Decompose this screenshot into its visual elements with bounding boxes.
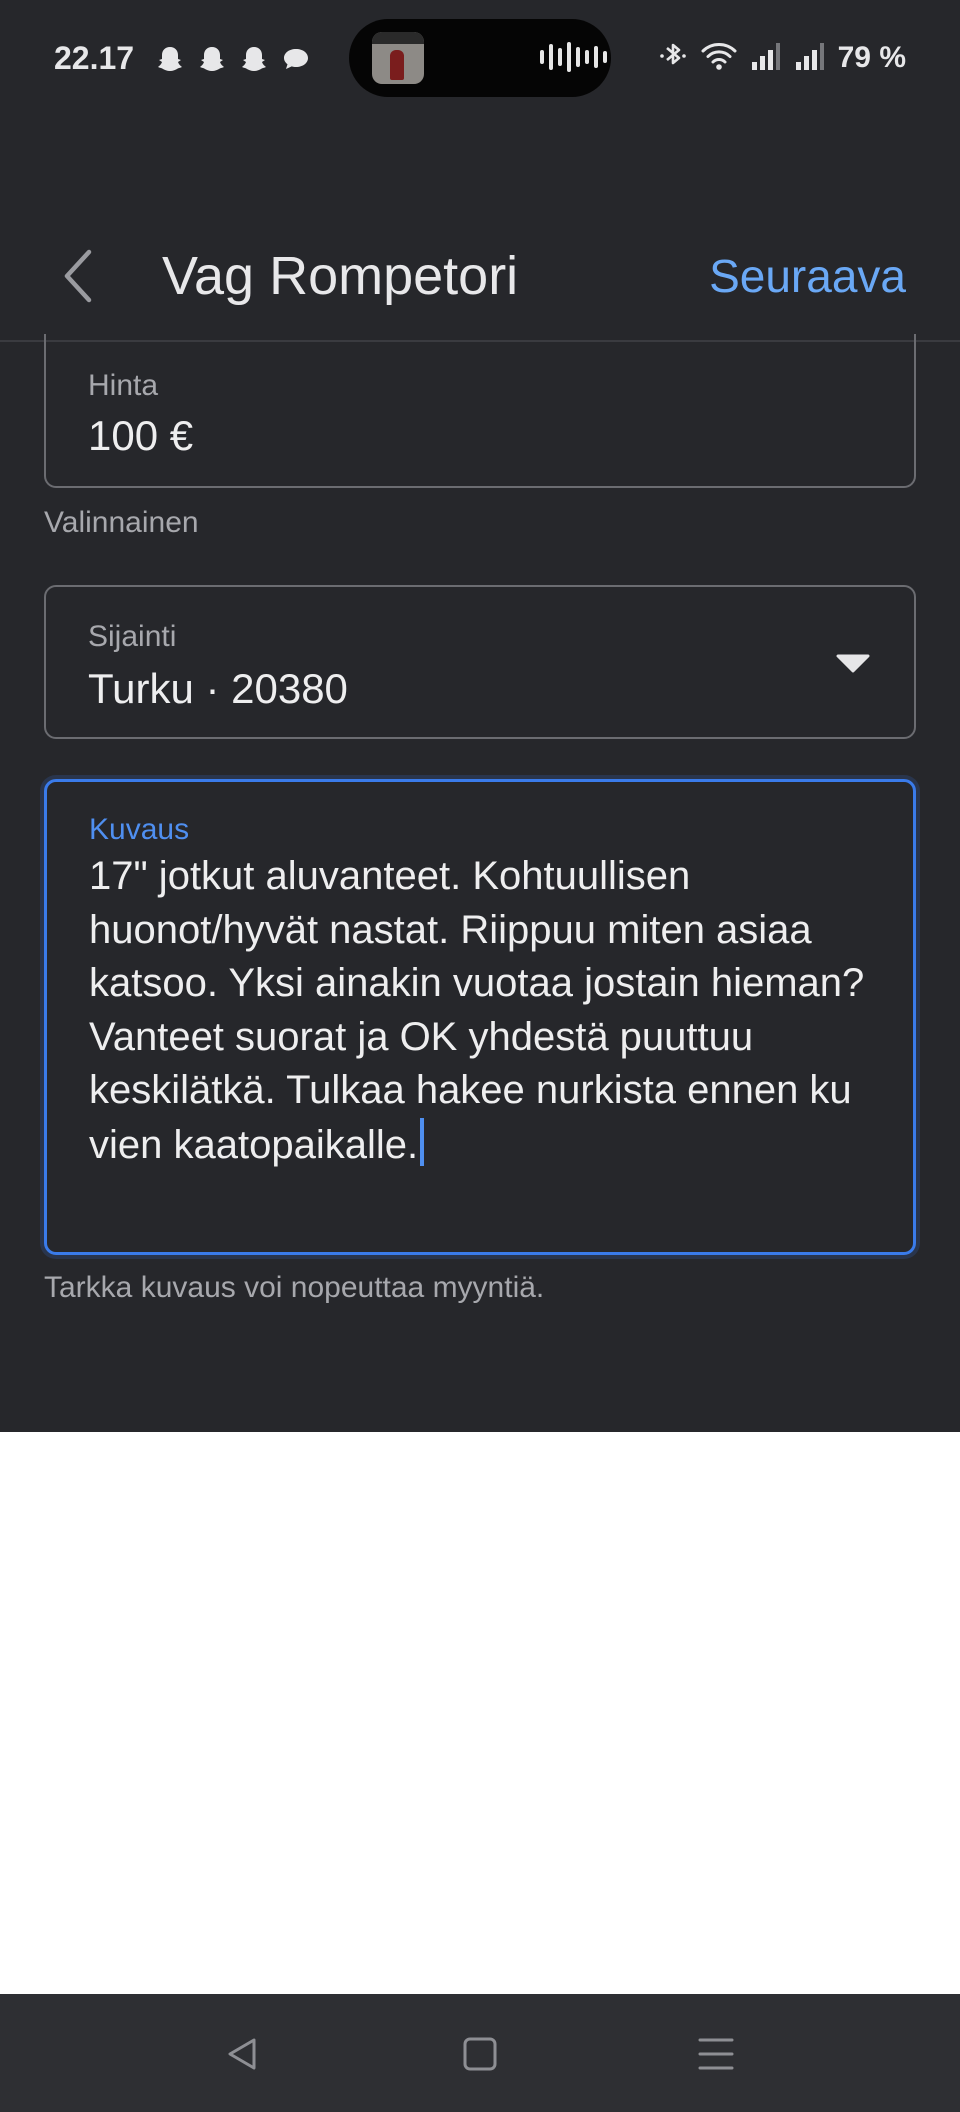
description-field[interactable]: Kuvaus 17" jotkut aluvanteet. Kohtuullis…	[44, 779, 916, 1255]
square-home-icon	[463, 2037, 497, 2071]
system-navigation-bar	[0, 1994, 960, 2112]
price-field[interactable]: Hinta 100 €	[44, 334, 916, 488]
back-arrow-icon	[64, 249, 92, 303]
chat-bubble-icon	[280, 43, 312, 75]
signal-icon	[750, 40, 782, 77]
description-input[interactable]: 17" jotkut aluvanteet. Kohtuullisen huon…	[89, 850, 879, 1172]
bluetooth-icon	[658, 40, 688, 77]
album-art-icon	[372, 32, 424, 84]
status-time: 22.17	[54, 40, 135, 76]
nav-back-button[interactable]	[210, 2022, 274, 2086]
description-value: 17" jotkut aluvanteet. Kohtuullisen huon…	[89, 854, 865, 1167]
nav-home-button[interactable]	[448, 2022, 512, 2086]
location-label: Sijainti	[88, 620, 177, 653]
dropdown-arrow-icon[interactable]	[836, 651, 870, 675]
wifi-icon	[700, 40, 738, 77]
status-indicators: 79 %	[658, 38, 906, 78]
nav-recents-button[interactable]	[684, 2022, 748, 2086]
audio-waveform-icon	[540, 42, 607, 72]
price-helper-text: Valinnainen	[44, 506, 199, 539]
text-cursor	[420, 1117, 425, 1166]
signal-icon	[794, 40, 826, 77]
snapchat-icon	[196, 43, 228, 75]
location-value: Turku · 20380	[88, 665, 348, 712]
next-button[interactable]: Seuraava	[709, 247, 906, 305]
price-label: Hinta	[88, 369, 159, 402]
notification-icons	[154, 43, 312, 75]
back-button[interactable]	[52, 240, 104, 312]
snapchat-icon	[154, 43, 186, 75]
price-value[interactable]: 100 €	[88, 410, 193, 462]
location-dropdown[interactable]: Sijainti Turku · 20380	[44, 585, 916, 739]
page-title: Vag Rompetori	[162, 246, 519, 306]
menu-lines-icon	[698, 2038, 734, 2070]
battery-level: 79 %	[837, 41, 906, 74]
snapchat-icon	[238, 43, 270, 75]
description-helper-text: Tarkka kuvaus voi nopeuttaa myyntiä.	[44, 1271, 545, 1304]
description-label: Kuvaus	[89, 813, 190, 846]
triangle-back-icon	[228, 2038, 256, 2070]
